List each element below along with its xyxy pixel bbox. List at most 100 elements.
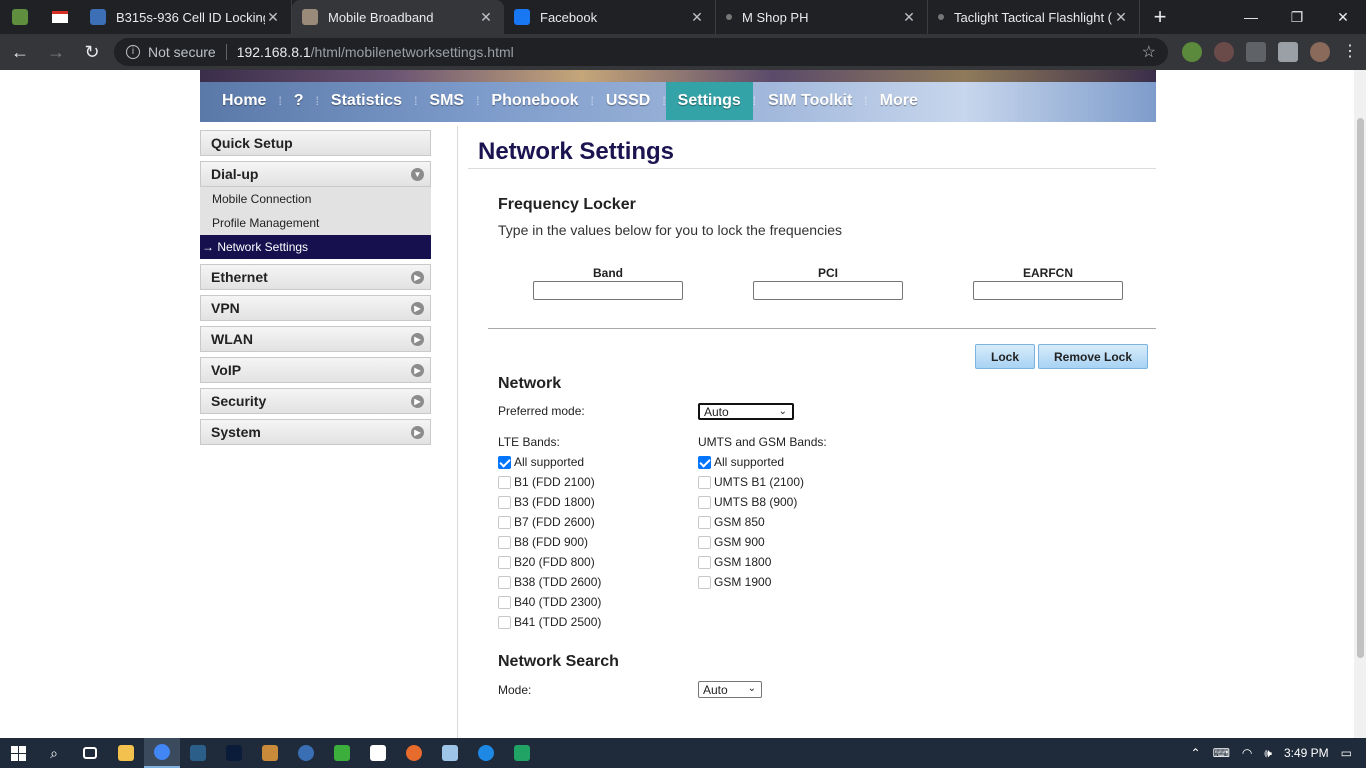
package-icon[interactable] <box>252 738 288 768</box>
checkbox[interactable] <box>698 495 711 509</box>
avatar[interactable] <box>1310 42 1330 62</box>
nav-help[interactable]: ? <box>282 82 316 120</box>
checkbox[interactable] <box>498 535 511 549</box>
nav-sms[interactable]: SMS <box>417 82 476 120</box>
notepad-icon[interactable] <box>432 738 468 768</box>
umts-checkbox-row[interactable]: GSM 1900 <box>698 575 771 589</box>
puzzle-icon[interactable] <box>1278 42 1298 62</box>
umts-checkbox-row[interactable]: GSM 850 <box>698 515 765 529</box>
checkbox[interactable] <box>698 455 711 469</box>
nav-settings[interactable]: Settings <box>665 82 753 120</box>
lte-checkbox-row[interactable]: B8 (FDD 900) <box>498 535 588 549</box>
extension-icon[interactable] <box>1246 42 1266 62</box>
umts-checkbox-row[interactable]: GSM 1800 <box>698 555 771 569</box>
firefox-icon[interactable] <box>396 738 432 768</box>
search-icon[interactable]: ⌕ <box>36 738 72 768</box>
lte-checkbox-row[interactable]: B41 (TDD 2500) <box>498 615 601 629</box>
preferred-mode-select[interactable]: Auto ⌄ <box>698 403 794 420</box>
lte-checkbox-row[interactable]: B40 (TDD 2300) <box>498 595 601 609</box>
lte-checkbox-row[interactable]: B1 (FDD 2100) <box>498 475 595 489</box>
sidebar-item-ethernet[interactable]: Ethernet ▶ <box>200 264 431 290</box>
checkbox[interactable] <box>498 515 511 529</box>
photoshop-icon[interactable] <box>216 738 252 768</box>
nav-more[interactable]: More <box>868 82 930 120</box>
windows-start-icon[interactable] <box>0 738 36 768</box>
checkbox[interactable] <box>498 495 511 509</box>
back-icon[interactable]: ← <box>4 36 36 68</box>
browser-tab-5[interactable]: Taclight Tactical Flashlight (U ✕ <box>928 0 1140 34</box>
menu-icon[interactable]: ⋮ <box>1342 42 1358 62</box>
checkbox[interactable] <box>498 475 511 489</box>
checkbox[interactable] <box>698 515 711 529</box>
teamviewer-icon[interactable] <box>468 738 504 768</box>
reload-icon[interactable]: ↻ <box>76 36 108 68</box>
restore-icon[interactable]: ❐ <box>1274 0 1320 34</box>
sidebar-item-voip[interactable]: VoIP ▶ <box>200 357 431 383</box>
nav-statistics[interactable]: Statistics <box>319 82 414 120</box>
close-icon[interactable]: ✕ <box>478 9 494 26</box>
checkbox[interactable] <box>498 595 511 609</box>
clock[interactable]: 3:49 PM <box>1284 746 1329 760</box>
nav-sim-toolkit[interactable]: SIM Toolkit <box>756 82 864 120</box>
close-icon[interactable]: ✕ <box>901 9 917 26</box>
pci-input[interactable] <box>753 281 903 300</box>
umts-checkbox-row[interactable]: UMTS B1 (2100) <box>698 475 804 489</box>
umts-checkbox-row[interactable]: All supported <box>698 455 784 469</box>
browser-tab-2[interactable]: Mobile Broadband ✕ <box>292 0 504 34</box>
search-mode-select[interactable]: Auto ⌄ <box>698 681 762 698</box>
earfcn-input[interactable] <box>973 281 1123 300</box>
checkbox[interactable] <box>698 555 711 569</box>
sidebar-item-security[interactable]: Security ▶ <box>200 388 431 414</box>
sheets-icon[interactable] <box>504 738 540 768</box>
chrome-icon[interactable] <box>144 738 180 768</box>
lte-checkbox-row[interactable]: B20 (FDD 800) <box>498 555 595 569</box>
umts-checkbox-row[interactable]: UMTS B8 (900) <box>698 495 797 509</box>
lock-button[interactable]: Lock <box>975 344 1035 369</box>
gmail-icon[interactable] <box>40 0 80 34</box>
checkbox[interactable] <box>498 575 511 589</box>
sidebar-item-vpn[interactable]: VPN ▶ <box>200 295 431 321</box>
sidebar-item-system[interactable]: System ▶ <box>200 419 431 445</box>
minimize-icon[interactable]: — <box>1228 0 1274 34</box>
checkbox[interactable] <box>498 455 511 469</box>
close-window-icon[interactable]: ✕ <box>1320 0 1366 34</box>
scrollbar-thumb[interactable] <box>1357 118 1364 658</box>
checkbox[interactable] <box>498 555 511 569</box>
vertical-scrollbar[interactable] <box>1354 70 1366 738</box>
info-icon[interactable]: i <box>126 45 140 59</box>
chevron-up-icon[interactable]: ⌃ <box>1191 746 1201 760</box>
checkbox[interactable] <box>698 575 711 589</box>
vs-icon[interactable] <box>180 738 216 768</box>
lte-checkbox-row[interactable]: B3 (FDD 1800) <box>498 495 595 509</box>
close-icon[interactable]: ✕ <box>265 9 281 26</box>
sidebar-item-wlan[interactable]: WLAN ▶ <box>200 326 431 352</box>
nav-phonebook[interactable]: Phonebook <box>479 82 590 120</box>
remove-lock-button[interactable]: Remove Lock <box>1038 344 1148 369</box>
keyboard-icon[interactable]: ⌨ <box>1213 746 1230 760</box>
sidebar-item-dialup[interactable]: Dial-up ▼ <box>200 161 431 187</box>
close-icon[interactable]: ✕ <box>689 9 705 26</box>
extension-icon[interactable] <box>1182 42 1202 62</box>
browser-tab-4[interactable]: M Shop PH ✕ <box>716 0 928 34</box>
bookmark-star-icon[interactable]: ☆ <box>1142 42 1156 62</box>
green-app-icon[interactable] <box>324 738 360 768</box>
nav-home[interactable]: Home <box>210 82 278 120</box>
umts-checkbox-row[interactable]: GSM 900 <box>698 535 765 549</box>
checkbox[interactable] <box>698 475 711 489</box>
new-tab-button[interactable]: + <box>1140 0 1180 34</box>
sidebar-subitem-mobile-connection[interactable]: Mobile Connection <box>200 187 431 211</box>
sidebar-subitem-profile-management[interactable]: Profile Management <box>200 211 431 235</box>
file-explorer-icon[interactable] <box>108 738 144 768</box>
forward-icon[interactable]: → <box>40 36 72 68</box>
app-icon[interactable] <box>288 738 324 768</box>
browser-tab-1[interactable]: B315s-936 Cell ID Locking F ✕ <box>80 0 292 34</box>
address-bar[interactable]: i Not secure 192.168.8.1 /html/mobilenet… <box>114 38 1168 66</box>
sidebar-item-quick-setup[interactable]: Quick Setup <box>200 130 431 156</box>
extension-k-icon[interactable] <box>1214 42 1234 62</box>
lte-checkbox-row[interactable]: All supported <box>498 455 584 469</box>
band-input[interactable] <box>533 281 683 300</box>
checkbox[interactable] <box>498 615 511 629</box>
volume-icon[interactable]: 🕪 <box>1264 746 1272 761</box>
checkbox[interactable] <box>698 535 711 549</box>
sidebar-subitem-network-settings[interactable]: → Network Settings <box>200 235 431 259</box>
